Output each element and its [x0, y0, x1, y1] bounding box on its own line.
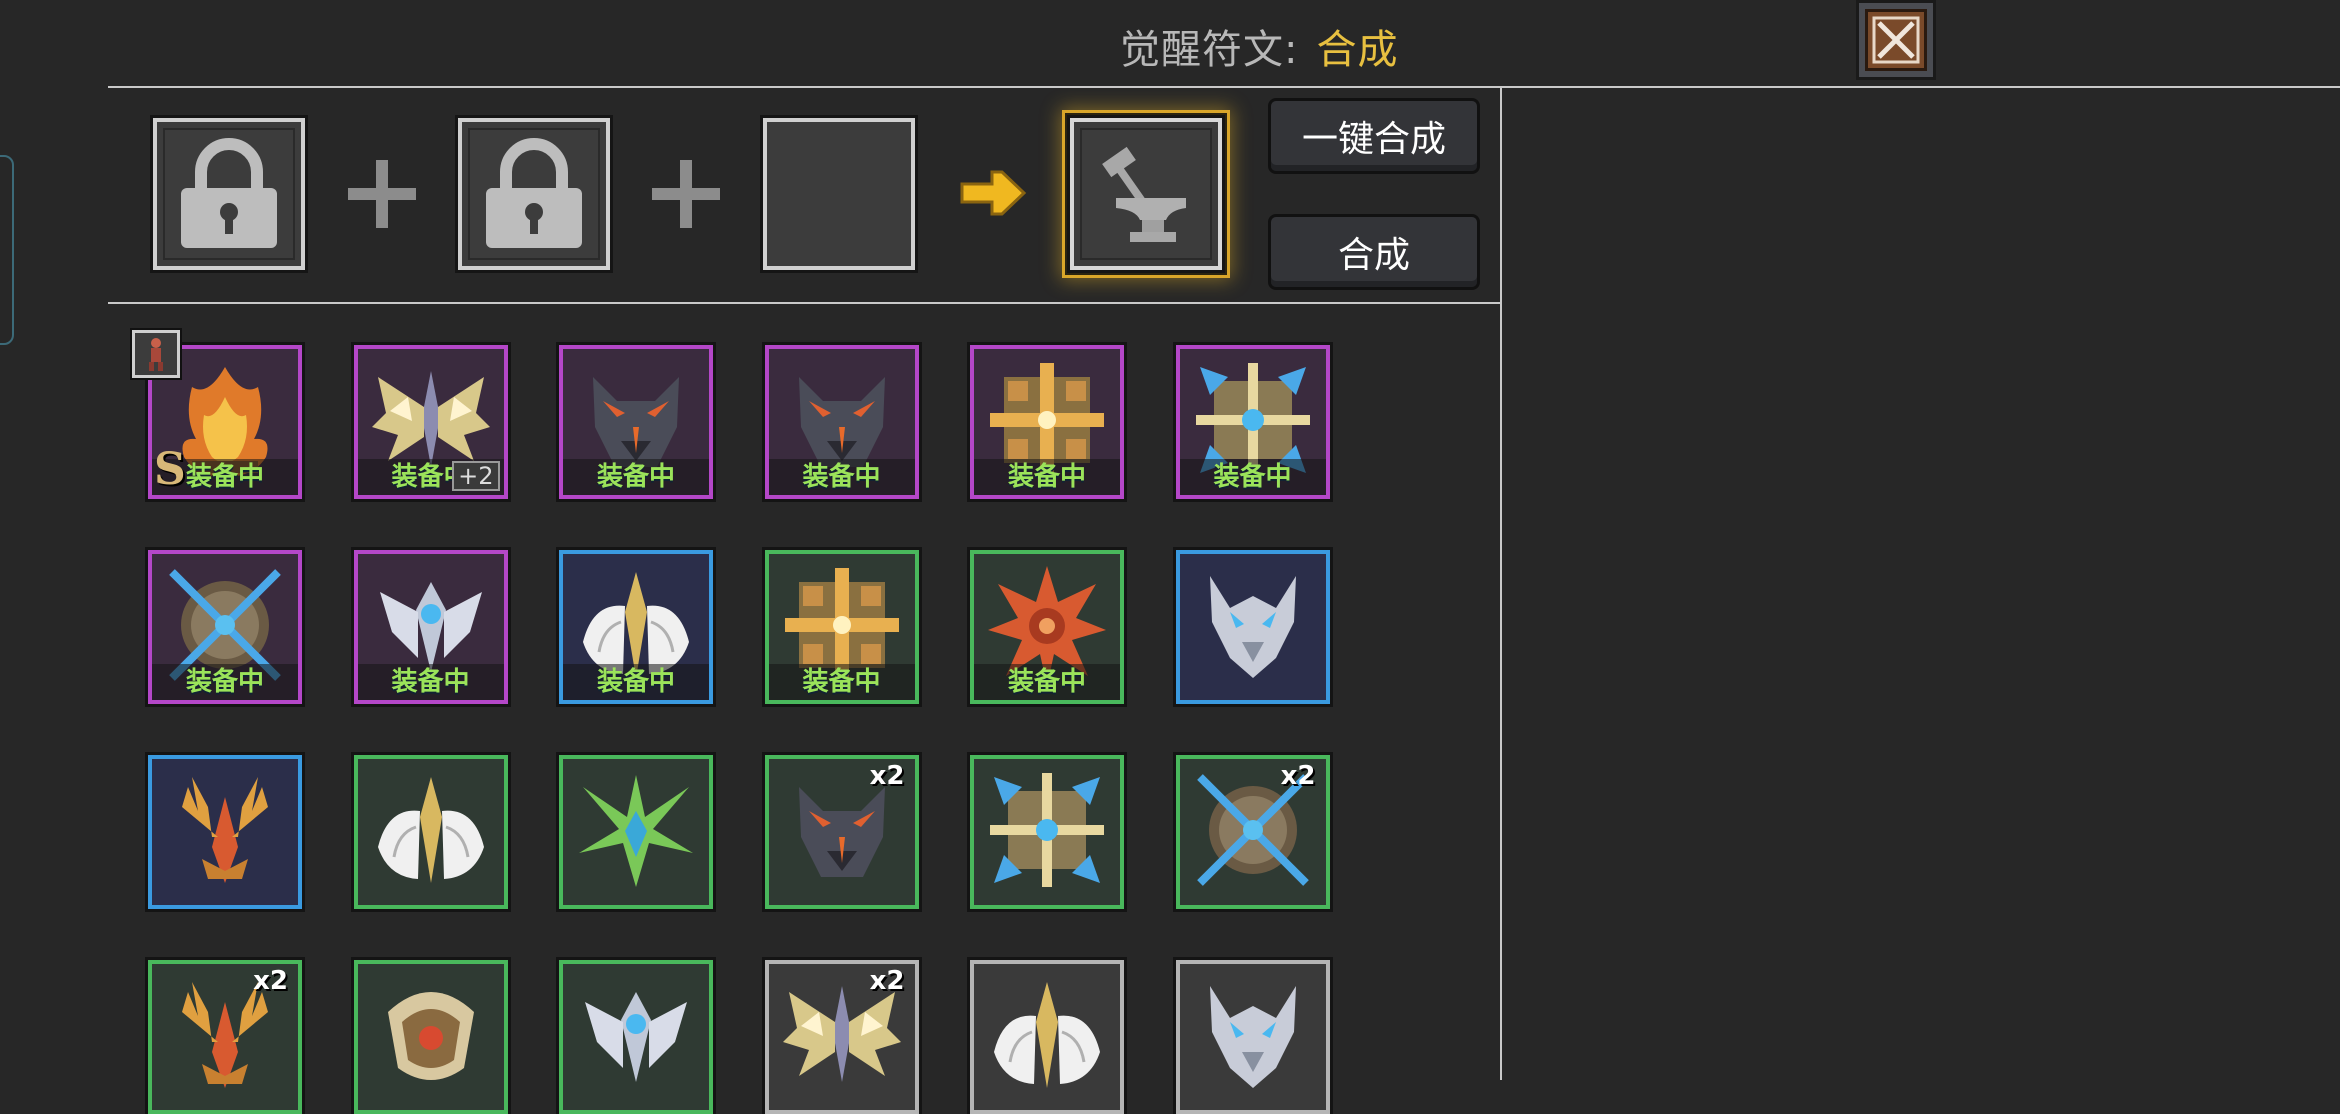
rune-slot[interactable]: [556, 957, 716, 1114]
rune-slot[interactable]: [350, 957, 511, 1114]
character-icon: [130, 328, 182, 380]
anvil-hammer-icon: [1102, 146, 1186, 242]
star-green-rune-icon: [579, 775, 693, 887]
divider-mid: [108, 302, 1502, 304]
material-slot-3[interactable]: [760, 115, 918, 273]
dragon-silver-rune-icon: [1209, 986, 1296, 1088]
rune-slot[interactable]: [556, 752, 716, 912]
rune-slot[interactable]: 装备中: [350, 547, 511, 707]
rune-slot[interactable]: x2: [145, 957, 305, 1114]
dragon-silver-rune-icon: [1209, 576, 1296, 678]
angel-wings-rune-icon: [377, 777, 484, 883]
material-slot-2[interactable]: [455, 115, 613, 273]
stack-count: x2: [1280, 761, 1316, 791]
stack-count: x2: [253, 966, 288, 996]
rune-slot[interactable]: [145, 752, 305, 912]
rune-slot[interactable]: [967, 957, 1127, 1114]
lock-icon: [486, 138, 582, 248]
equipped-label: 装备中: [802, 462, 881, 492]
close-button[interactable]: [1856, 0, 1936, 80]
rune-slot[interactable]: 装备中: [556, 342, 716, 502]
divider-top: [108, 86, 2340, 88]
close-icon: [1865, 9, 1927, 71]
plus-icon: [652, 160, 720, 228]
rune-slot[interactable]: 装备中: [556, 547, 716, 707]
side-tab-edge[interactable]: [0, 155, 14, 345]
equipped-label: 装备中: [1213, 462, 1292, 492]
rune-slot[interactable]: 装备中 +2: [350, 342, 511, 502]
material-slot-1[interactable]: [150, 115, 308, 273]
rune-slot[interactable]: x2: [1172, 752, 1333, 912]
equipped-label: 装备中: [596, 462, 675, 492]
divider-vertical: [1500, 86, 1502, 1080]
rune-slot[interactable]: x2: [761, 752, 922, 912]
title-mode: 合成: [1316, 27, 1399, 73]
crown-silver-rune-icon: [585, 992, 687, 1082]
equipped-label: 装备中: [802, 667, 881, 697]
stack-count: x2: [869, 761, 905, 791]
page-title: 觉醒符文: 合成: [1120, 18, 1398, 74]
antler-red-rune-icon: [182, 777, 268, 883]
arrow-right-icon: [960, 170, 1027, 216]
equipped-label: 装备中: [1007, 462, 1086, 492]
title-label: 觉醒符文:: [1120, 27, 1299, 73]
rune-slot[interactable]: 装备中: [1172, 342, 1333, 502]
cross-blue-rune-icon: [990, 773, 1104, 887]
rune-slot[interactable]: 装备中: [761, 547, 922, 707]
angel-wings-rune-icon: [994, 982, 1100, 1088]
stack-count: x2: [869, 966, 905, 996]
plus-icon: [348, 160, 416, 228]
rune-slot[interactable]: [967, 752, 1127, 912]
one-click-combine-button[interactable]: 一键合成: [1268, 98, 1480, 174]
crown-orb-rune-icon: [387, 992, 474, 1080]
equipped-label: 装备中: [596, 667, 675, 697]
level-badge: +2: [452, 461, 500, 491]
rune-slot[interactable]: [1172, 547, 1333, 707]
rune-slot[interactable]: 装备中: [761, 342, 922, 502]
lock-icon: [181, 138, 277, 248]
rune-slot[interactable]: 装备中: [967, 342, 1127, 502]
result-slot[interactable]: [1067, 115, 1225, 273]
rune-slot[interactable]: 装备中: [145, 547, 305, 707]
rune-slot[interactable]: [1172, 957, 1333, 1114]
equipped-label: 装备中: [185, 667, 264, 697]
equipped-label: 装备中: [391, 667, 470, 697]
rune-slot[interactable]: [350, 752, 511, 912]
rune-slot[interactable]: 装备中: [967, 547, 1127, 707]
combine-button[interactable]: 合成: [1268, 214, 1480, 290]
equipped-label: 装备中: [1007, 667, 1086, 697]
rank-badge: S: [154, 444, 186, 495]
rune-slot[interactable]: x2: [761, 957, 922, 1114]
